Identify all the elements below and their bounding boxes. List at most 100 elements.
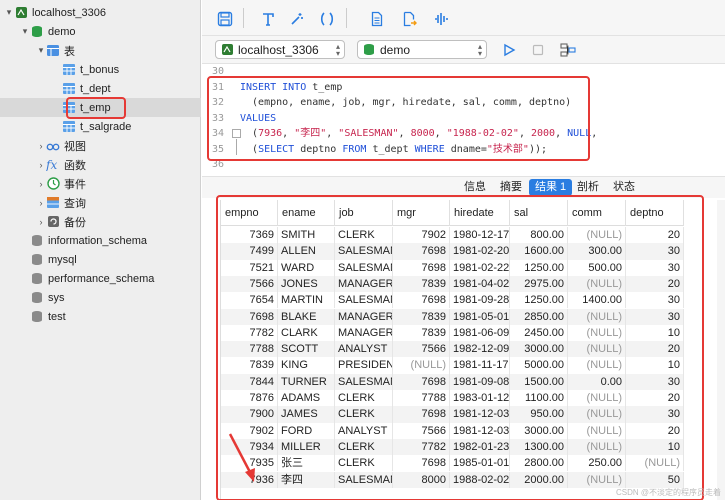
grid-scrollbar[interactable] <box>717 200 725 500</box>
cell-job[interactable]: CLERK <box>335 406 393 423</box>
chevron-down-icon[interactable]: ▾ <box>36 45 46 56</box>
chevron-down-icon[interactable]: ▾ <box>20 26 30 37</box>
table-row[interactable]: 7499 ALLEN SALESMAN 7698 1981-02-20 1600.00 30… <box>221 243 684 260</box>
cell-sal[interactable]: 3000.00 <box>510 422 568 439</box>
cell-job[interactable]: SALESMAN <box>335 259 393 276</box>
sidebar-item-function[interactable]: › fx 函数 <box>0 155 201 174</box>
cell-comm[interactable]: (NULL) <box>568 438 626 456</box>
cell-hiredate[interactable]: 1981-09-08 <box>450 373 510 390</box>
table-row[interactable]: 7369 SMITH CLERK 7902 1980-12-17 800.00 (NULL)… <box>221 227 684 244</box>
cell-comm[interactable]: (NULL) <box>568 324 626 342</box>
cell-job[interactable]: MANAGER <box>335 308 393 325</box>
cell-deptno[interactable]: 20 <box>626 341 684 358</box>
table-row[interactable]: 7902 FORD ANALYST 7566 1981-12-03 3000.00 (NUL… <box>221 422 684 439</box>
cell-deptno[interactable]: 30 <box>626 243 684 260</box>
result-tab[interactable]: 状态 <box>607 179 641 196</box>
cell-mgr[interactable]: 7698 <box>393 292 450 309</box>
cell-ename[interactable]: KING <box>278 357 335 374</box>
cell-ename[interactable]: WARD <box>278 259 335 276</box>
cell-deptno[interactable]: 20 <box>626 422 684 439</box>
cell-job[interactable]: SALESMAN <box>335 243 393 260</box>
cell-deptno[interactable]: 50 <box>626 471 684 488</box>
result-tab[interactable]: 剖析 <box>571 179 605 196</box>
cell-sal[interactable]: 5000.00 <box>510 357 568 374</box>
cell-ename[interactable]: JONES <box>278 275 335 293</box>
cell-ename[interactable]: 李四 <box>278 471 335 488</box>
cell-job[interactable]: CLERK <box>335 455 393 472</box>
cell-sal[interactable]: 2850.00 <box>510 308 568 325</box>
cell-job[interactable]: CLERK <box>335 390 393 407</box>
cell-hiredate[interactable]: 1981-02-22 <box>450 259 510 276</box>
cell-deptno[interactable]: 30 <box>626 259 684 276</box>
cell-mgr[interactable]: 7839 <box>393 275 450 293</box>
cell-empno[interactable]: 7499 <box>221 243 278 260</box>
sidebar-item-t-emp[interactable]: t_emp <box>0 98 201 117</box>
cell-comm[interactable]: (NULL) <box>568 390 626 407</box>
sql-editor[interactable]: 30 31 INSERT INTO t_emp 32 (empno, ename, j… <box>202 64 725 176</box>
table-row[interactable]: 7876 ADAMS CLERK 7788 1983-01-12 1100.00 (NULL… <box>221 390 684 407</box>
cell-ename[interactable]: TURNER <box>278 373 335 390</box>
sidebar-item-event[interactable]: › 事件 <box>0 174 201 193</box>
cell-hiredate[interactable]: 1981-06-09 <box>450 324 510 342</box>
cell-empno[interactable]: 7566 <box>221 275 278 293</box>
cell-mgr[interactable]: 7698 <box>393 455 450 472</box>
column-header[interactable]: hiredate <box>450 200 510 226</box>
cell-deptno[interactable]: 30 <box>626 373 684 390</box>
cell-comm[interactable]: 500.00 <box>568 259 626 276</box>
cell-hiredate[interactable]: 1981-12-03 <box>450 422 510 439</box>
cell-deptno[interactable]: 20 <box>626 227 684 244</box>
brackets-icon[interactable] <box>316 8 338 30</box>
cell-sal[interactable]: 2000.00 <box>510 471 568 488</box>
document-icon[interactable] <box>366 8 388 30</box>
sidebar-item-t-bonus[interactable]: t_bonus <box>0 60 201 79</box>
cell-hiredate[interactable]: 1985-01-01 <box>450 455 510 472</box>
cell-mgr[interactable]: 7698 <box>393 406 450 423</box>
sidebar-item-demo[interactable]: ▾ demo <box>0 22 201 41</box>
cell-empno[interactable]: 7782 <box>221 324 278 342</box>
sidebar-item-backup[interactable]: › 备份 <box>0 212 201 231</box>
cell-deptno[interactable]: 10 <box>626 324 684 342</box>
cell-sal[interactable]: 2800.00 <box>510 455 568 472</box>
cell-sal[interactable]: 2975.00 <box>510 275 568 293</box>
cell-ename[interactable]: 张三 <box>278 455 335 472</box>
table-row[interactable]: 7521 WARD SALESMAN 7698 1981-02-22 1250.00 500… <box>221 259 684 276</box>
cell-mgr[interactable]: (NULL) <box>393 357 450 374</box>
column-header[interactable]: deptno <box>626 200 684 226</box>
cell-hiredate[interactable]: 1981-09-28 <box>450 292 510 309</box>
table-row[interactable]: 7900 JAMES CLERK 7698 1981-12-03 950.00 (NULL)… <box>221 406 684 423</box>
chevron-right-icon[interactable]: › <box>36 217 46 227</box>
cell-deptno[interactable]: 10 <box>626 357 684 374</box>
cell-empno[interactable]: 7844 <box>221 373 278 390</box>
cell-job[interactable]: ANALYST <box>335 422 393 439</box>
magic-wand-icon[interactable] <box>286 8 308 30</box>
sidebar-item-mysql[interactable]: mysql <box>0 250 201 269</box>
chevron-right-icon[interactable]: › <box>36 198 46 208</box>
table-row[interactable]: 7935 张三 CLERK 7698 1985-01-01 2800.00 250.00 (N… <box>221 455 684 472</box>
column-header[interactable]: empno <box>221 200 278 226</box>
cell-ename[interactable]: BLAKE <box>278 308 335 325</box>
cell-deptno[interactable]: 20 <box>626 390 684 407</box>
cell-comm[interactable]: (NULL) <box>568 357 626 374</box>
export-icon[interactable] <box>398 8 420 30</box>
cell-mgr[interactable]: 7566 <box>393 422 450 439</box>
sidebar-item-tables-folder[interactable]: ▾ 表 <box>0 41 201 60</box>
cell-hiredate[interactable]: 1983-01-12 <box>450 390 510 407</box>
cell-sal[interactable]: 800.00 <box>510 227 568 244</box>
cell-hiredate[interactable]: 1981-02-20 <box>450 243 510 260</box>
cell-comm[interactable]: 1400.00 <box>568 292 626 309</box>
table-row[interactable]: 7844 TURNER SALESMAN 7698 1981-09-08 1500.00 0… <box>221 373 684 390</box>
sidebar-item-view[interactable]: › 视图 <box>0 136 201 155</box>
cell-comm[interactable]: (NULL) <box>568 471 626 488</box>
cell-comm[interactable]: (NULL) <box>568 275 626 293</box>
cell-comm[interactable]: (NULL) <box>568 406 626 423</box>
cell-deptno[interactable]: 30 <box>626 406 684 423</box>
cell-job[interactable]: ANALYST <box>335 341 393 358</box>
cell-job[interactable]: CLERK <box>335 227 393 244</box>
table-row[interactable]: 7788 SCOTT ANALYST 7566 1982-12-09 3000.00 (NU… <box>221 341 684 358</box>
cell-empno[interactable]: 7788 <box>221 341 278 358</box>
cell-job[interactable]: SALESMAN <box>335 292 393 309</box>
cell-empno[interactable]: 7698 <box>221 308 278 325</box>
cell-mgr[interactable]: 7839 <box>393 308 450 325</box>
cell-deptno[interactable]: (NULL) <box>626 455 684 472</box>
cell-sal[interactable]: 950.00 <box>510 406 568 423</box>
